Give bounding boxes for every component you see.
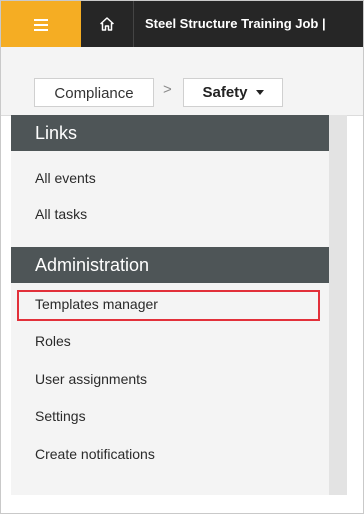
breadcrumb-safety-label: Safety — [202, 84, 248, 101]
sidebar-item-all-tasks[interactable]: All tasks — [11, 201, 329, 227]
app-window: Steel Structure Training Job | Complianc… — [0, 0, 364, 514]
section-header-administration: Administration — [11, 247, 329, 283]
project-title[interactable]: Steel Structure Training Job | — [145, 1, 363, 47]
breadcrumb: Compliance > Safety — [1, 47, 363, 116]
breadcrumb-separator: > — [163, 81, 172, 98]
sidebar-item-settings[interactable]: Settings — [11, 403, 329, 429]
highlight-box — [17, 290, 320, 321]
section-header-links: Links — [11, 115, 329, 151]
caret-down-icon — [255, 90, 264, 95]
top-bar: Steel Structure Training Job | — [1, 1, 363, 47]
menu-button[interactable] — [1, 1, 81, 47]
sidebar-item-create-notifications[interactable]: Create notifications — [11, 441, 329, 467]
home-icon — [100, 17, 114, 31]
home-button[interactable] — [81, 1, 134, 47]
breadcrumb-compliance[interactable]: Compliance — [34, 78, 154, 107]
sidebar-scroll-rail[interactable] — [329, 115, 347, 495]
sidebar-item-user-assignments[interactable]: User assignments — [11, 366, 329, 392]
sidebar-item-roles[interactable]: Roles — [11, 328, 329, 354]
hamburger-menu-icon — [34, 18, 48, 31]
sidebar-item-all-events[interactable]: All events — [11, 165, 329, 191]
breadcrumb-safety-dropdown[interactable]: Safety — [183, 78, 283, 107]
